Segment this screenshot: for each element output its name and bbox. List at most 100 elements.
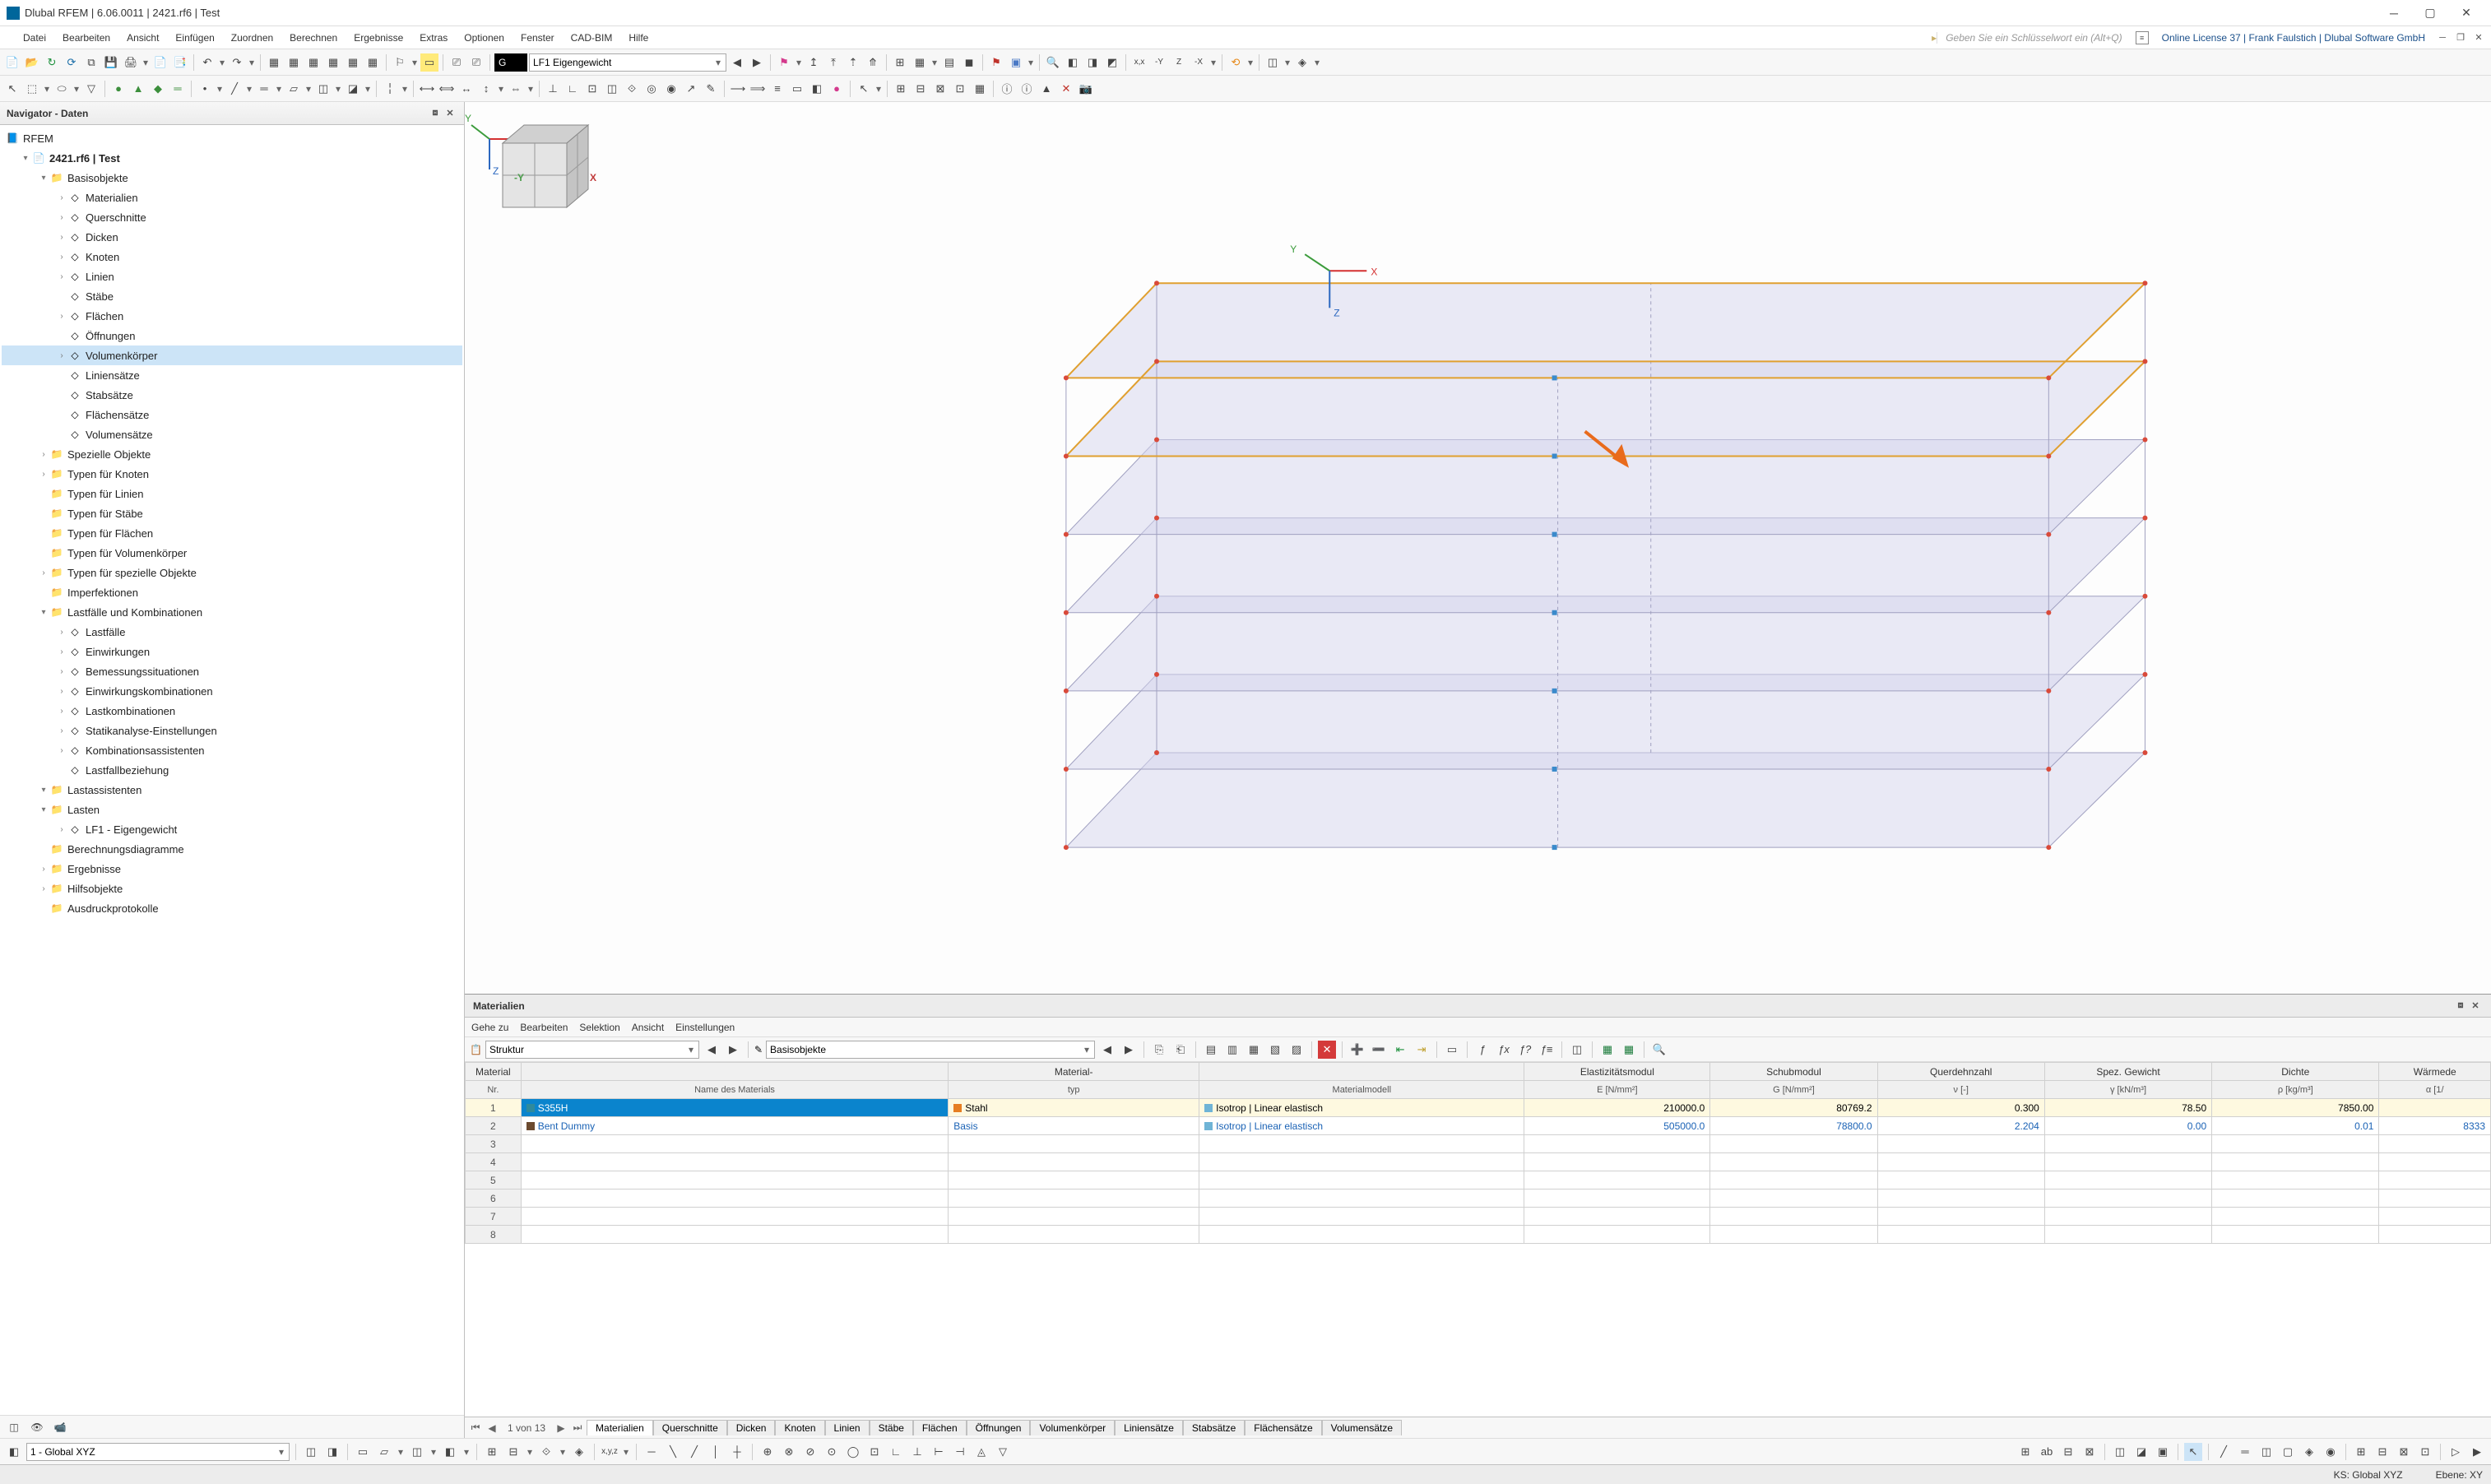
maximize-button[interactable]: ▢ (2412, 1, 2448, 26)
cb-ico-4[interactable]: ▱ (375, 1443, 393, 1461)
tree-item[interactable]: ◇Liniensätze (2, 365, 462, 385)
tree-item[interactable]: ›◇Lastkombinationen (2, 701, 462, 721)
tree-item[interactable]: ›📁Hilfsobjekte (2, 879, 462, 898)
shade-icon[interactable]: ◼ (960, 53, 978, 72)
mirror-icon[interactable]: ▲ (1037, 80, 1055, 98)
tree-item[interactable]: ›◇LF1 - Eigengewicht (2, 819, 462, 839)
t-delete-icon[interactable]: ✕ (1318, 1041, 1336, 1059)
tabs-next-icon[interactable]: ▶ (554, 1421, 568, 1435)
cube2-icon[interactable]: ◨ (1083, 53, 1102, 72)
tree-item[interactable]: ›◇Lastfälle (2, 622, 462, 642)
tree-item[interactable]: ›📁Typen für spezielle Objekte (2, 563, 462, 582)
table-tab[interactable]: Flächen (913, 1420, 967, 1435)
table-prev-icon[interactable]: ◀ (703, 1041, 721, 1059)
group-combo[interactable]: G (494, 53, 527, 72)
menu-bearbeiten[interactable]: Bearbeiten (54, 29, 118, 47)
flag-icon[interactable]: ⚐ (391, 53, 409, 72)
keyword-search[interactable]: Geben Sie ein Schlüsselwort ein (Alt+Q) (1937, 32, 2130, 44)
table-tab[interactable]: Knoten (775, 1420, 824, 1435)
cb-r14-icon[interactable]: ◉ (2322, 1443, 2340, 1461)
grid-opts-1-icon[interactable]: ⊞ (892, 80, 910, 98)
load-3-icon[interactable]: ≡ (768, 80, 786, 98)
table-tab[interactable]: Linien (825, 1420, 870, 1435)
next-case-icon[interactable]: ▶ (748, 53, 766, 72)
node-icon[interactable]: • (196, 80, 214, 98)
info-2-icon[interactable]: ⓘ (1018, 80, 1036, 98)
undo-icon[interactable]: ↶ (198, 53, 216, 72)
cb-r16-icon[interactable]: ⊟ (2373, 1443, 2391, 1461)
table-prev2-icon[interactable]: ◀ (1098, 1041, 1116, 1059)
selection-arrow-icon[interactable]: ↖ (855, 80, 873, 98)
docs-icon[interactable]: 📑 (171, 53, 189, 72)
cb-ico-1[interactable]: ◫ (302, 1443, 320, 1461)
dim-5-icon[interactable]: ⇔ (507, 80, 525, 98)
green-dot-icon[interactable]: ● (109, 80, 128, 98)
snap-8-icon[interactable]: ↗ (682, 80, 700, 98)
tree-item[interactable]: ›◇Statikanalyse-Einstellungen (2, 721, 462, 740)
table-wrap[interactable]: Material Material- Elastizitätsmodul Sch… (465, 1062, 2491, 1417)
load-1-icon[interactable]: ⟶ (729, 80, 747, 98)
axis-y-icon[interactable]: -Y (1150, 53, 1168, 72)
tree-item[interactable]: ›📁Spezielle Objekte (2, 444, 462, 464)
table-4-icon[interactable]: ▦ (324, 53, 342, 72)
rotate-icon[interactable]: ⟲ (1227, 53, 1245, 72)
layers-icon[interactable]: ▤ (940, 53, 958, 72)
t-import-icon[interactable]: ⇤ (1391, 1041, 1409, 1059)
tree-root[interactable]: 📘 RFEM (2, 128, 462, 148)
menu-cad-bim[interactable]: CAD-BIM (563, 29, 621, 47)
load-case-combo[interactable]: LF1 Eigengewicht▾ (529, 53, 726, 72)
tree-item[interactable]: 📁Imperfektionen (2, 582, 462, 602)
snap-6-icon[interactable]: ◎ (642, 80, 661, 98)
filter-icon[interactable]: ▽ (82, 80, 100, 98)
cb-snap-8-icon[interactable]: ⊥ (908, 1443, 926, 1461)
table-menu-ansicht[interactable]: Ansicht (632, 1022, 664, 1033)
cb-snap-9-icon[interactable]: ⊢ (930, 1443, 948, 1461)
t-ico-7[interactable]: ▨ (1287, 1041, 1306, 1059)
t-fx-2-icon[interactable]: ƒx (1495, 1041, 1513, 1059)
t-ico-6[interactable]: ▧ (1266, 1041, 1284, 1059)
tabs-first-icon[interactable]: ⏮ (468, 1421, 483, 1435)
cb-snap-7-icon[interactable]: ∟ (887, 1443, 905, 1461)
table-menu-selektion[interactable]: Selektion (579, 1022, 619, 1033)
align-left-icon[interactable]: ⎚ (448, 53, 466, 72)
cb-r20-icon[interactable]: ▶ (2468, 1443, 2486, 1461)
divide-icon[interactable]: ╎ (381, 80, 399, 98)
blue-box-icon[interactable]: ▣ (1007, 53, 1025, 72)
tree-item[interactable]: ▾📁Lastfälle und Kombinationen (2, 602, 462, 622)
cloud-icon[interactable]: ⟳ (63, 53, 81, 72)
cb-snap-11-icon[interactable]: ◬ (972, 1443, 990, 1461)
nav-footer-eye-icon[interactable]: 👁 (28, 1418, 46, 1436)
t-insert-icon[interactable]: ➕ (1348, 1041, 1366, 1059)
table-next2-icon[interactable]: ▶ (1120, 1041, 1138, 1059)
cb-ico-3[interactable]: ▭ (354, 1443, 372, 1461)
snap-2-icon[interactable]: ∟ (564, 80, 582, 98)
tree-item[interactable]: ◇Öffnungen (2, 326, 462, 345)
solid-icon[interactable]: ◪ (344, 80, 362, 98)
t-fx-3-icon[interactable]: ƒ? (1516, 1041, 1534, 1059)
snap-9-icon[interactable]: ✎ (702, 80, 720, 98)
snap-3-icon[interactable]: ⊡ (583, 80, 601, 98)
t-ico-4[interactable]: ▥ (1223, 1041, 1241, 1059)
menu-berechnen[interactable]: Berechnen (281, 29, 346, 47)
table-row[interactable]: 2Bent DummyBasisIsotrop | Linear elastis… (466, 1117, 2491, 1135)
align-right-icon[interactable]: ⎚ (467, 53, 485, 72)
highlight-icon[interactable]: ▭ (420, 53, 438, 72)
surface-icon[interactable]: ▱ (285, 80, 303, 98)
cb-r7-icon[interactable]: ▣ (2154, 1443, 2172, 1461)
tree-item[interactable]: ◇Stabsätze (2, 385, 462, 405)
menu-hilfe[interactable]: Hilfe (620, 29, 656, 47)
cb-snap-5-icon[interactable]: ◯ (844, 1443, 862, 1461)
tree-item[interactable]: ◇Stäbe (2, 286, 462, 306)
table-tab[interactable]: Flächensätze (1245, 1420, 1321, 1435)
close-button[interactable]: ✕ (2448, 1, 2484, 26)
cb-r11-icon[interactable]: ◫ (2257, 1443, 2275, 1461)
cb-snap-4-icon[interactable]: ⊙ (823, 1443, 841, 1461)
pointer-icon[interactable]: ↖ (3, 80, 21, 98)
snap-7-icon[interactable]: ◉ (662, 80, 680, 98)
tabs-last-icon[interactable]: ⏭ (570, 1421, 585, 1435)
table-tab[interactable]: Materialien (587, 1420, 653, 1435)
grid-opts-4-icon[interactable]: ⊡ (951, 80, 969, 98)
cb-snap-3-icon[interactable]: ⊘ (801, 1443, 819, 1461)
grid-opts-2-icon[interactable]: ⊟ (912, 80, 930, 98)
t-ico-5[interactable]: ▦ (1245, 1041, 1263, 1059)
